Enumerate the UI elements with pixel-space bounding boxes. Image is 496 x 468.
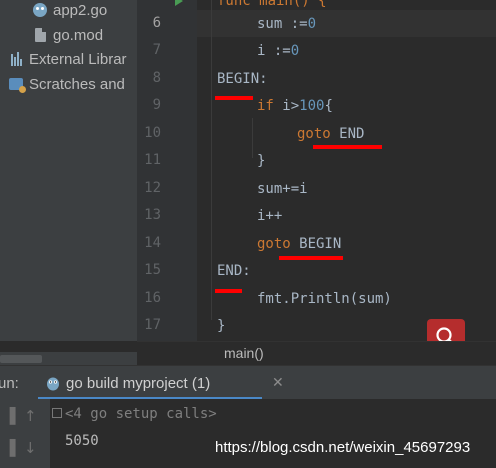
indent-guide — [211, 0, 212, 320]
pin-icon[interactable]: ▐ — [4, 407, 16, 425]
editor-gutter: 6 7 8 9 10 11 12 13 14 15 16 17 — [137, 0, 213, 341]
tree-item-label: app2.go — [53, 1, 108, 19]
line-number: 12 — [144, 180, 161, 196]
indent-guide — [252, 118, 253, 158]
go-file-icon — [32, 2, 48, 18]
code-line: i++ — [257, 208, 283, 224]
tree-item-external-libraries[interactable]: External Librar — [8, 47, 127, 71]
code-line: END: — [217, 263, 251, 279]
code-token: fmt.Println(sum) — [257, 291, 392, 307]
code-line: fmt.Println(sum) — [257, 291, 392, 307]
tree-item-label: Scratches and — [29, 75, 125, 93]
annotation-mark — [215, 289, 242, 293]
file-icon — [32, 27, 48, 43]
code-token: END — [330, 126, 365, 142]
go-run-config-icon — [47, 377, 59, 391]
code-line: } — [217, 318, 226, 334]
code-line: goto BEGIN — [257, 236, 341, 252]
code-line: BEGIN: — [217, 71, 268, 87]
line-number: 10 — [144, 125, 161, 141]
code-token: goto — [297, 126, 331, 142]
code-line: } — [257, 153, 266, 169]
code-token: if — [257, 98, 274, 114]
line-number: 16 — [144, 290, 161, 306]
line-number: 7 — [152, 42, 161, 58]
rerun-icon[interactable]: ▐ — [4, 439, 16, 457]
code-token: i := — [257, 43, 291, 59]
line-number: 13 — [144, 207, 161, 223]
current-line-highlight — [197, 10, 496, 37]
watermark-text: https://blog.csdn.net/weixin_45697293 — [215, 439, 471, 456]
code-line: if i>100{ — [257, 98, 333, 114]
code-token: { — [324, 98, 333, 114]
code-line: sum+=i — [257, 181, 308, 197]
console-toolbar: ▐ ↑ ▐ ↓ — [0, 399, 50, 468]
expand-icon[interactable] — [52, 408, 62, 418]
annotation-mark — [279, 256, 343, 260]
line-number: 8 — [152, 70, 161, 86]
console-line: 5050 — [65, 433, 99, 449]
run-gutter-icon[interactable] — [175, 0, 183, 6]
close-icon[interactable]: ✕ — [272, 375, 284, 391]
tree-item-app2-go[interactable]: app2.go — [32, 0, 107, 22]
arrow-down-icon[interactable]: ↓ — [24, 439, 37, 457]
line-number: 9 — [152, 97, 161, 113]
project-panel: app2.go go.mod External Librar Scratches… — [0, 0, 137, 341]
line-number: 14 — [144, 235, 161, 251]
code-token: BEGIN — [290, 236, 342, 252]
horizontal-scrollbar[interactable] — [0, 352, 137, 365]
code-line: i :=0 — [257, 43, 299, 59]
code-line: sum :=0 — [257, 16, 316, 32]
run-panel-label: un: — [0, 375, 19, 392]
run-console[interactable]: ▐ ↑ ▐ ↓ <4 go setup calls> 5050 — [0, 399, 496, 468]
tree-item-label: go.mod — [53, 26, 104, 44]
scratches-icon — [8, 76, 26, 93]
code-token: i> — [273, 98, 300, 114]
scrollbar-thumb[interactable] — [0, 355, 42, 363]
line-number: 6 — [152, 15, 161, 31]
code-token: goto — [257, 236, 291, 252]
code-token: sum := — [257, 16, 308, 32]
annotation-mark — [313, 145, 382, 149]
console-line: <4 go setup calls> — [65, 406, 217, 422]
code-token: 100 — [299, 98, 325, 114]
tree-item-scratches[interactable]: Scratches and — [8, 72, 125, 96]
tree-item-go-mod[interactable]: go.mod — [32, 23, 103, 47]
external-libraries-icon — [8, 51, 24, 67]
code-token: func main() { — [217, 0, 327, 9]
run-tab-label: go build myproject (1) — [66, 375, 211, 392]
code-token: 0 — [290, 43, 300, 59]
code-token: 0 — [307, 16, 317, 32]
line-number: 15 — [144, 262, 161, 278]
run-panel-header: un: go build myproject (1) ✕ — [0, 365, 496, 400]
code-line: func main() { — [217, 0, 327, 9]
line-number: 17 — [144, 317, 161, 333]
arrow-up-icon[interactable]: ↑ — [24, 407, 37, 425]
run-tab[interactable]: go build myproject (1) ✕ — [38, 366, 284, 400]
annotation-mark — [215, 96, 253, 100]
breadcrumb[interactable]: main() — [137, 341, 496, 366]
code-line: goto END — [297, 126, 364, 142]
breadcrumb-item[interactable]: main() — [224, 345, 264, 361]
tree-item-label: External Librar — [29, 50, 127, 68]
line-number: 11 — [144, 152, 161, 168]
